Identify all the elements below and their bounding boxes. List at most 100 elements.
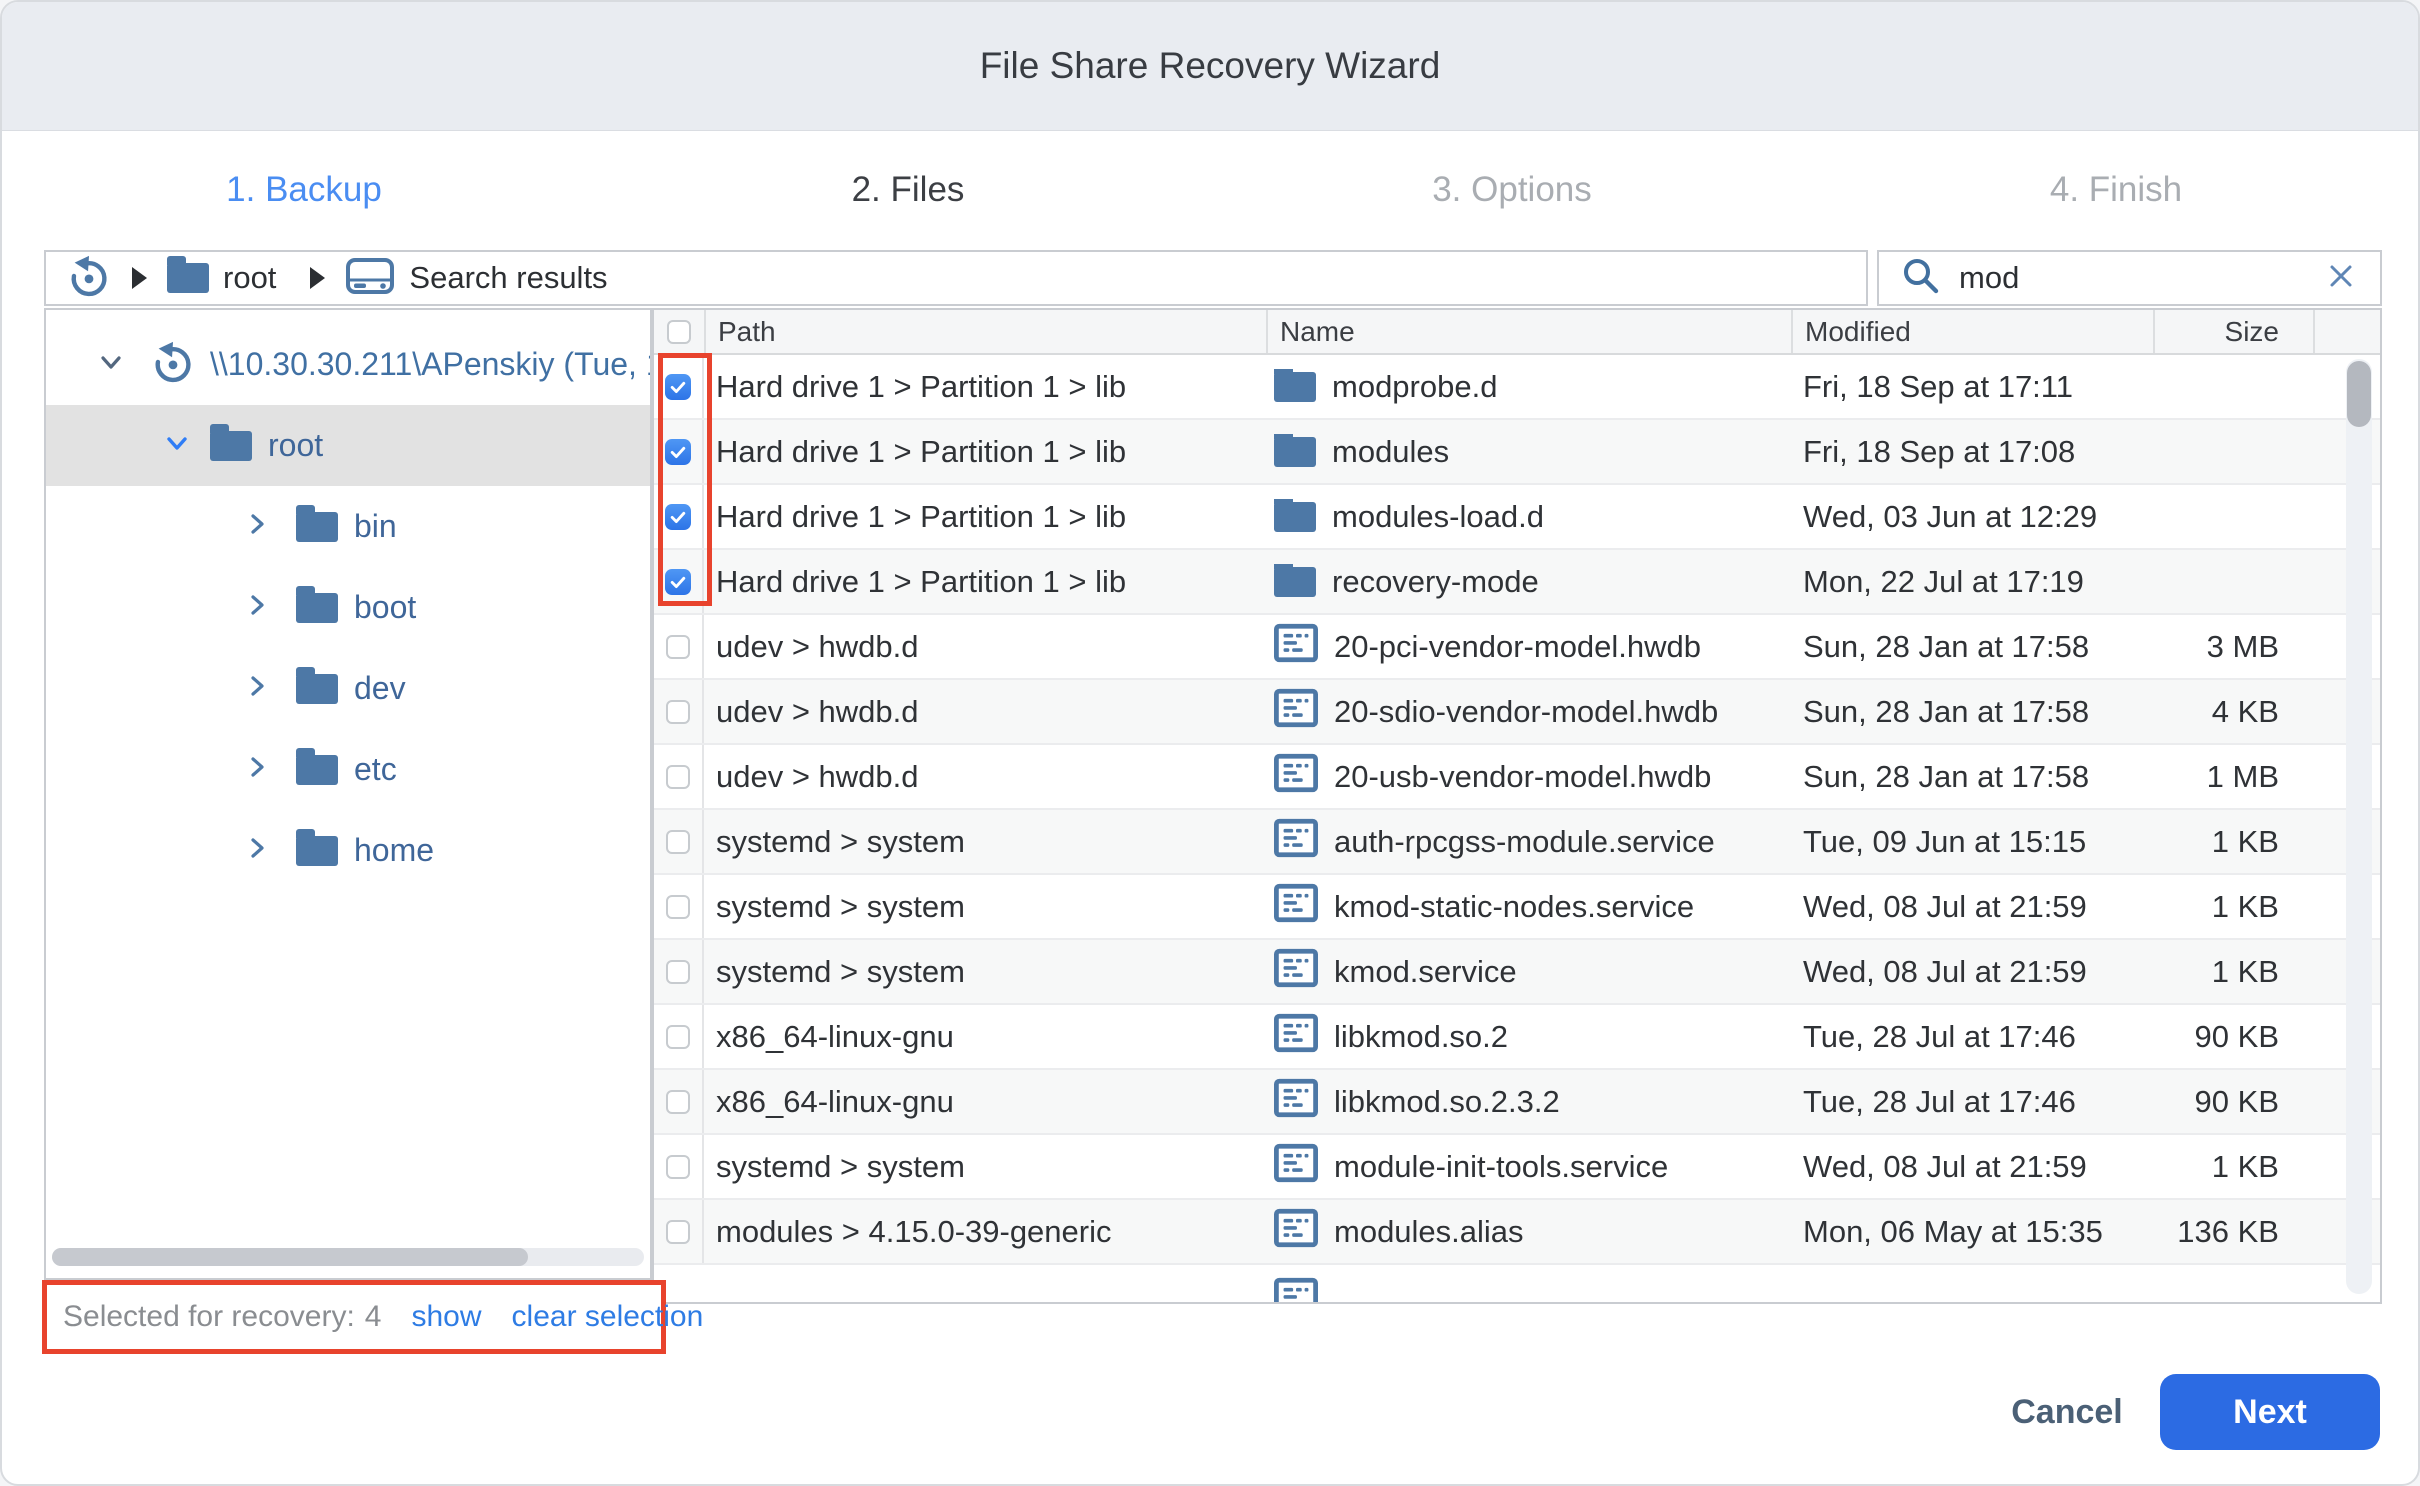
row-checkbox[interactable] <box>666 765 690 789</box>
folder-icon <box>296 674 338 704</box>
breadcrumb-location[interactable]: Search results <box>409 260 607 296</box>
chevron-down-icon[interactable] <box>162 428 192 463</box>
chevron-right-icon[interactable] <box>242 590 272 625</box>
file-document-icon <box>1274 883 1318 931</box>
tree-node-bin[interactable]: bin <box>46 486 650 567</box>
file-document-icon <box>1274 948 1318 996</box>
chevron-right-icon[interactable] <box>242 671 272 706</box>
table-row[interactable]: modules > 4.15.0-39-generic modules.alia… <box>654 1200 2380 1265</box>
breadcrumb: root Search results <box>44 250 1868 306</box>
tree-node-label: boot <box>354 589 416 626</box>
table-row[interactable]: Hard drive 1 > Partition 1 > lib modules… <box>654 485 2380 550</box>
select-all-checkbox[interactable] <box>667 320 691 344</box>
horizontal-scrollbar[interactable] <box>52 1248 644 1266</box>
clear-selection-link[interactable]: clear selection <box>512 1300 704 1334</box>
tree-node-home[interactable]: home <box>46 810 650 891</box>
tree-node-server[interactable]: \\10.30.30.211\APenskiy (Tue, 11 Ja <box>46 324 650 405</box>
tree-node-root[interactable]: root <box>46 405 650 486</box>
breadcrumb-root[interactable]: root <box>223 260 276 296</box>
header-checkbox-cell[interactable] <box>654 310 704 353</box>
row-checkbox[interactable] <box>666 895 690 919</box>
backup-tree-panel: \\10.30.30.211\APenskiy (Tue, 11 Ja root… <box>44 308 652 1280</box>
header-name[interactable]: Name <box>1266 310 1791 353</box>
files-table-panel: Path Name Modified Size Hard drive 1 > P… <box>652 308 2382 1304</box>
table-row[interactable]: systemd > system module-init-tools.servi… <box>654 1135 2380 1200</box>
step-backup[interactable]: 1. Backup <box>2 131 606 249</box>
table-row-partial[interactable] <box>654 1265 2380 1303</box>
row-checkbox[interactable] <box>666 700 690 724</box>
file-document-icon <box>1274 1143 1318 1191</box>
tree-node-label: bin <box>354 508 397 545</box>
file-document-icon <box>1274 1078 1318 1126</box>
table-row[interactable]: x86_64-linux-gnu libkmod.so.2 Tue, 28 Ju… <box>654 1005 2380 1070</box>
table-row[interactable]: systemd > system kmod-static-nodes.servi… <box>654 875 2380 940</box>
chevron-right-icon[interactable] <box>242 509 272 544</box>
file-document-icon <box>1274 818 1318 866</box>
search-input[interactable]: mod <box>1877 250 2382 306</box>
folder-icon <box>1274 502 1316 532</box>
wizard-steps: 1. Backup 2. Files 3. Options 4. Finish <box>2 131 2418 249</box>
breadcrumb-separator-icon <box>132 267 147 289</box>
row-checkbox[interactable] <box>666 830 690 854</box>
search-value[interactable]: mod <box>1959 260 2324 296</box>
row-checkbox[interactable] <box>665 439 691 465</box>
selection-status-label: Selected for recovery: <box>63 1300 355 1334</box>
table-row[interactable]: x86_64-linux-gnu libkmod.so.2.3.2 Tue, 2… <box>654 1070 2380 1135</box>
clear-search-icon[interactable] <box>2324 259 2358 298</box>
horizontal-scrollbar-thumb[interactable] <box>52 1248 528 1266</box>
step-files[interactable]: 2. Files <box>606 131 1210 249</box>
page-title: File Share Recovery Wizard <box>980 45 1441 87</box>
row-checkbox[interactable] <box>666 1155 690 1179</box>
table-row[interactable]: systemd > system kmod.service Wed, 08 Ju… <box>654 940 2380 1005</box>
folder-icon <box>1274 437 1316 467</box>
table-header: Path Name Modified Size <box>654 310 2380 355</box>
row-checkbox[interactable] <box>666 1025 690 1049</box>
restore-point-icon[interactable] <box>66 253 112 304</box>
folder-icon <box>1274 372 1316 402</box>
table-row[interactable]: Hard drive 1 > Partition 1 > lib recover… <box>654 550 2380 615</box>
vertical-scrollbar-thumb[interactable] <box>2347 361 2371 427</box>
table-row[interactable]: udev > hwdb.d 20-sdio-vendor-model.hwdb … <box>654 680 2380 745</box>
table-row[interactable]: udev > hwdb.d 20-pci-vendor-model.hwdb S… <box>654 615 2380 680</box>
tree-node-boot[interactable]: boot <box>46 567 650 648</box>
folder-icon <box>296 593 338 623</box>
tree-node-label: home <box>354 832 434 869</box>
row-checkbox[interactable] <box>666 635 690 659</box>
row-checkbox[interactable] <box>666 1220 690 1244</box>
file-document-icon <box>1274 753 1318 801</box>
row-checkbox[interactable] <box>666 960 690 984</box>
row-checkbox[interactable] <box>665 504 691 530</box>
file-document-icon <box>1274 1208 1318 1256</box>
folder-icon <box>210 431 252 461</box>
row-checkbox[interactable] <box>666 1090 690 1114</box>
file-document-icon <box>1274 1013 1318 1061</box>
drive-icon <box>345 255 395 302</box>
breadcrumb-separator-icon <box>310 267 325 289</box>
row-checkbox[interactable] <box>665 569 691 595</box>
tree-node-label: dev <box>354 670 406 707</box>
cancel-button[interactable]: Cancel <box>2002 1384 2132 1440</box>
next-button[interactable]: Next <box>2160 1374 2380 1450</box>
restore-point-icon <box>150 339 196 390</box>
row-checkbox[interactable] <box>665 374 691 400</box>
header-modified[interactable]: Modified <box>1791 310 2153 353</box>
tree-node-dev[interactable]: dev <box>46 648 650 729</box>
table-row[interactable]: Hard drive 1 > Partition 1 > lib modules… <box>654 420 2380 485</box>
folder-icon <box>296 512 338 542</box>
table-row[interactable]: systemd > system auth-rpcgss-module.serv… <box>654 810 2380 875</box>
chevron-right-icon[interactable] <box>242 752 272 787</box>
show-selection-link[interactable]: show <box>411 1300 481 1334</box>
header-size[interactable]: Size <box>2153 310 2313 353</box>
header-path[interactable]: Path <box>704 310 1266 353</box>
vertical-scrollbar[interactable] <box>2346 359 2372 1294</box>
folder-icon <box>296 836 338 866</box>
tree-node-etc[interactable]: etc <box>46 729 650 810</box>
table-row[interactable]: Hard drive 1 > Partition 1 > lib modprob… <box>654 355 2380 420</box>
folder-icon <box>296 755 338 785</box>
table-row[interactable]: udev > hwdb.d 20-usb-vendor-model.hwdb S… <box>654 745 2380 810</box>
selection-status-bar: Selected for recovery: 4 show clear sele… <box>42 1280 666 1354</box>
chevron-right-icon[interactable] <box>242 833 272 868</box>
file-document-icon <box>1274 623 1318 671</box>
header-spacer <box>2313 310 2380 353</box>
chevron-down-icon[interactable] <box>96 347 126 382</box>
